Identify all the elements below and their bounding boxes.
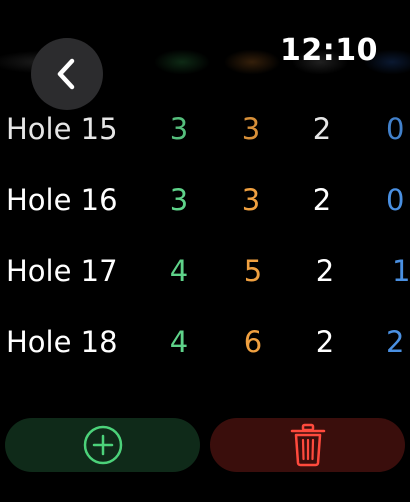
score-col-1: 3 bbox=[169, 183, 189, 217]
chevron-left-icon bbox=[57, 58, 75, 90]
score-col-2: 5 bbox=[243, 254, 263, 288]
plus-circle-icon bbox=[83, 425, 122, 465]
score-col-3: 2 bbox=[312, 183, 332, 217]
score-col-4: 0 bbox=[386, 112, 405, 146]
score-col-3: 2 bbox=[315, 325, 335, 359]
score-col-1: 4 bbox=[169, 254, 189, 288]
action-bar bbox=[0, 418, 410, 472]
table-row[interactable]: Hole 18 4 6 2 2 bbox=[0, 312, 410, 372]
score-col-4: 1 bbox=[392, 254, 410, 288]
score-col-4: 2 bbox=[386, 325, 405, 359]
hole-label: Hole 17 bbox=[6, 254, 118, 288]
hole-label: Hole 18 bbox=[6, 325, 118, 359]
table-row[interactable]: Hole 17 4 5 2 1 bbox=[0, 241, 410, 301]
back-button[interactable] bbox=[31, 38, 103, 110]
score-col-1: 4 bbox=[169, 325, 189, 359]
score-col-2: 3 bbox=[241, 112, 261, 146]
score-col-3: 2 bbox=[315, 254, 335, 288]
clock-time: 12:10 bbox=[280, 33, 378, 68]
add-button[interactable] bbox=[5, 418, 200, 472]
score-col-4: 0 bbox=[386, 183, 405, 217]
score-col-2: 6 bbox=[243, 325, 263, 359]
score-col-3: 2 bbox=[312, 112, 332, 146]
score-col-2: 3 bbox=[241, 183, 261, 217]
hole-label: Hole 16 bbox=[6, 183, 118, 217]
table-row[interactable]: Hole 16 3 3 2 0 bbox=[0, 170, 410, 230]
trash-icon bbox=[290, 423, 325, 467]
score-col-1: 3 bbox=[169, 112, 189, 146]
delete-button[interactable] bbox=[210, 418, 405, 472]
